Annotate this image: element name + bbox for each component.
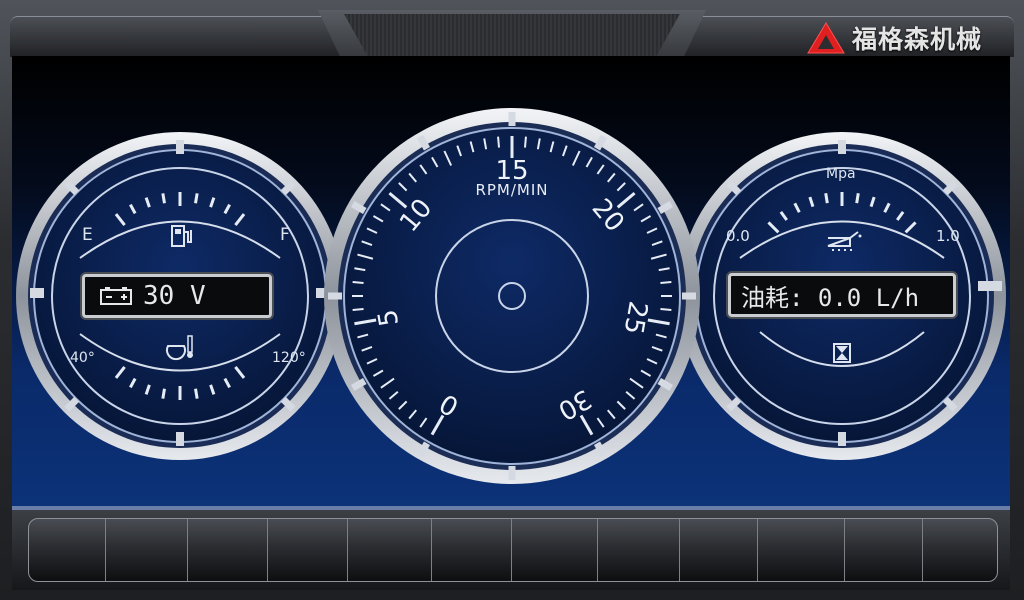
pressure-max-label: 1.0: [936, 227, 960, 245]
temp-max-label: 120°: [272, 350, 306, 366]
tachometer-tick: [352, 281, 364, 285]
tachometer-tick: [352, 307, 364, 311]
fuel-tick: [194, 193, 199, 204]
pressure-tick: [824, 193, 829, 204]
voltage-display: 30 V: [82, 274, 272, 318]
tachometer: 051015202530 RPM/MIN: [324, 108, 700, 484]
voltage-value: 30 V: [143, 281, 206, 311]
tachometer-tick: [523, 136, 527, 148]
temp-min-label: 40°: [70, 350, 95, 366]
pressure-tick: [855, 193, 860, 204]
tachometer-unit-label: RPM/MIN: [475, 181, 548, 199]
tachometer-tick: [660, 281, 672, 285]
tachometer-tick: [497, 136, 501, 148]
fuel-full-label: F: [280, 225, 290, 245]
fuel-tick: [161, 193, 166, 204]
tachometer-scale-label: 25: [617, 299, 652, 337]
battery-icon: [100, 287, 132, 305]
temp-tick: [194, 388, 199, 399]
fuel-consumption-display: 油耗: 0.0 L/h: [728, 273, 956, 317]
pressure-min-label: 0.0: [726, 227, 750, 245]
fuel-empty-label: E: [82, 225, 93, 245]
fuel-consumption-value: 油耗: 0.0 L/h: [741, 283, 920, 312]
temp-tick: [161, 388, 166, 399]
tachometer-tick: [660, 307, 672, 311]
pressure-unit-label: Mpa: [826, 166, 856, 182]
